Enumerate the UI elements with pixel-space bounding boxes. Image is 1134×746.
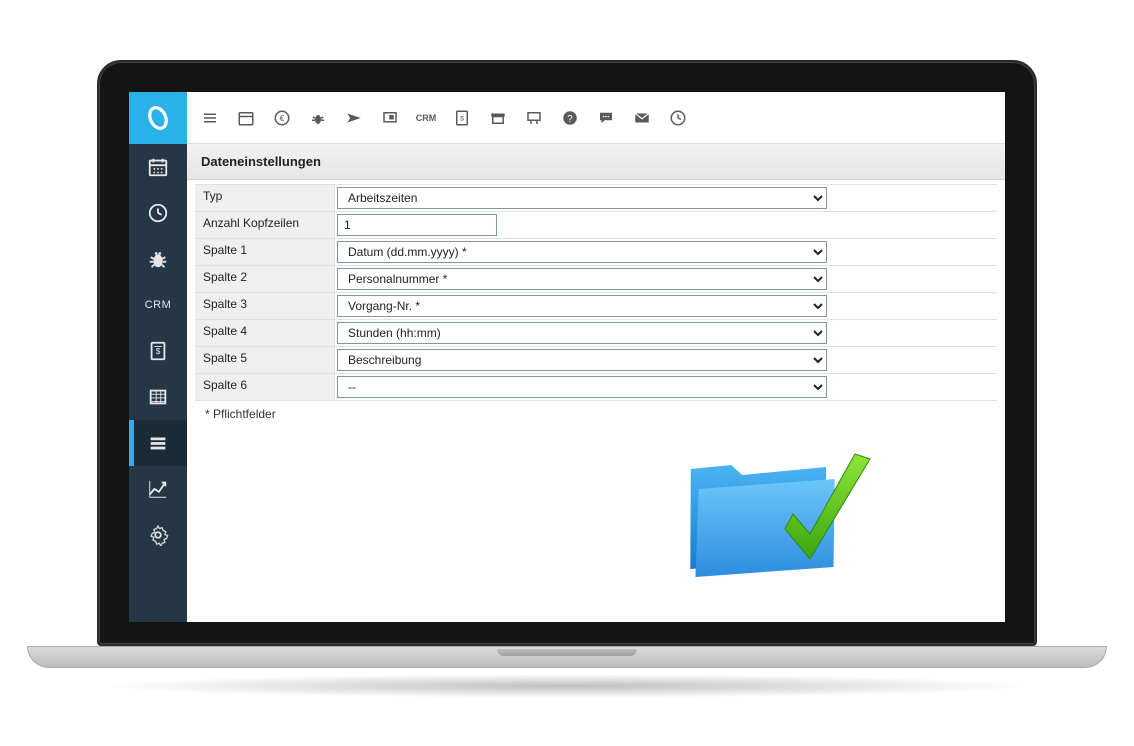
mail-icon [633, 109, 651, 127]
select-typ[interactable]: Arbeitszeiten [337, 187, 827, 209]
chat-icon [597, 109, 615, 127]
toolbar-euro-button[interactable]: € [273, 109, 291, 127]
sidebar-item-calendar[interactable] [129, 144, 187, 190]
toolbar-bug-button[interactable] [309, 109, 327, 127]
label-spalte2: Spalte 2 [195, 266, 335, 292]
row-spalte4: Spalte 4 Stunden (hh:mm) [195, 320, 997, 347]
board-icon [525, 109, 543, 127]
toolbar-presentation-button[interactable] [381, 109, 399, 127]
row-typ: Typ Arbeitszeiten [195, 184, 997, 212]
laptop-shadow [97, 674, 1037, 698]
sidebar-item-list[interactable] [129, 420, 187, 466]
panel-title: Dateneinstellungen [201, 154, 321, 169]
sidebar-item-crm[interactable]: CRM [129, 282, 187, 328]
plane-icon [345, 109, 363, 127]
panel-header: Dateneinstellungen [187, 144, 1005, 180]
app-logo[interactable] [129, 92, 187, 144]
sidebar-item-bug[interactable] [129, 236, 187, 282]
main-area: € CRM $ ? Dateneinstellungen [187, 92, 1005, 622]
analytics-icon [147, 478, 169, 500]
clock-icon [147, 202, 169, 224]
label-spalte1: Spalte 1 [195, 239, 335, 265]
input-anzahl[interactable] [337, 214, 497, 236]
select-spalte5[interactable]: Beschreibung [337, 349, 827, 371]
menu-icon [201, 109, 219, 127]
label-spalte3: Spalte 3 [195, 293, 335, 319]
form-area: Typ Arbeitszeiten Anzahl Kopfzeilen Spal… [187, 180, 1005, 439]
toolbar-mail-button[interactable] [633, 109, 651, 127]
app-screen: CRM $ [129, 92, 1005, 622]
sidebar-item-clock[interactable] [129, 190, 187, 236]
toolbar-help-button[interactable]: ? [561, 109, 579, 127]
toolbar-board-button[interactable] [525, 109, 543, 127]
required-note: * Pflichtfelder [195, 401, 997, 427]
toolbar-clock-button[interactable] [669, 109, 687, 127]
calendar-icon [237, 109, 255, 127]
label-typ: Typ [195, 185, 335, 211]
invoice-icon: $ [453, 109, 471, 127]
table-icon [147, 386, 169, 408]
select-spalte3[interactable]: Vorgang-Nr. * [337, 295, 827, 317]
crm-label: CRM [416, 113, 437, 123]
bug-icon [147, 248, 169, 270]
gear-icon [147, 524, 169, 546]
calendar-icon [147, 156, 169, 178]
toolbar-chat-button[interactable] [597, 109, 615, 127]
svg-text:?: ? [567, 113, 573, 124]
toolbar-menu-button[interactable] [201, 109, 219, 127]
toolbar-crm-button[interactable]: CRM [417, 109, 435, 127]
invoice-icon: $ [147, 340, 169, 362]
row-spalte5: Spalte 5 Beschreibung [195, 347, 997, 374]
euro-icon: € [273, 109, 291, 127]
select-spalte1[interactable]: Datum (dd.mm.yyyy) * [337, 241, 827, 263]
presentation-icon [381, 109, 399, 127]
archive-icon [489, 109, 507, 127]
row-anzahl: Anzahl Kopfzeilen [195, 212, 997, 239]
top-toolbar: € CRM $ ? [187, 92, 1005, 144]
toolbar-archive-button[interactable] [489, 109, 507, 127]
list-icon [147, 432, 169, 454]
row-spalte3: Spalte 3 Vorgang-Nr. * [195, 293, 997, 320]
label-spalte5: Spalte 5 [195, 347, 335, 373]
sidebar-item-settings[interactable] [129, 512, 187, 558]
toolbar-travel-button[interactable] [345, 109, 363, 127]
row-spalte6: Spalte 6 -- [195, 374, 997, 401]
row-spalte2: Spalte 2 Personalnummer * [195, 266, 997, 293]
laptop-frame: CRM $ [97, 60, 1037, 698]
toolbar-calendar-button[interactable] [237, 109, 255, 127]
label-spalte6: Spalte 6 [195, 374, 335, 400]
label-anzahl: Anzahl Kopfzeilen [195, 212, 335, 238]
sidebar-item-invoice[interactable]: $ [129, 328, 187, 374]
help-icon: ? [561, 109, 579, 127]
select-spalte2[interactable]: Personalnummer * [337, 268, 827, 290]
select-spalte4[interactable]: Stunden (hh:mm) [337, 322, 827, 344]
svg-text:$: $ [460, 115, 464, 122]
bug-icon [309, 109, 327, 127]
svg-text:€: € [280, 114, 285, 123]
crm-label: CRM [145, 299, 172, 311]
select-spalte6[interactable]: -- [337, 376, 827, 398]
sidebar: CRM $ [129, 92, 187, 622]
laptop-base [27, 646, 1107, 668]
laptop-bezel: CRM $ [97, 60, 1037, 646]
sidebar-item-table[interactable] [129, 374, 187, 420]
toolbar-invoice-button[interactable]: $ [453, 109, 471, 127]
label-spalte4: Spalte 4 [195, 320, 335, 346]
sidebar-item-analytics[interactable] [129, 466, 187, 512]
row-spalte1: Spalte 1 Datum (dd.mm.yyyy) * [195, 239, 997, 266]
clock-icon [669, 109, 687, 127]
svg-text:$: $ [156, 347, 161, 356]
folder-check-image [675, 429, 875, 599]
